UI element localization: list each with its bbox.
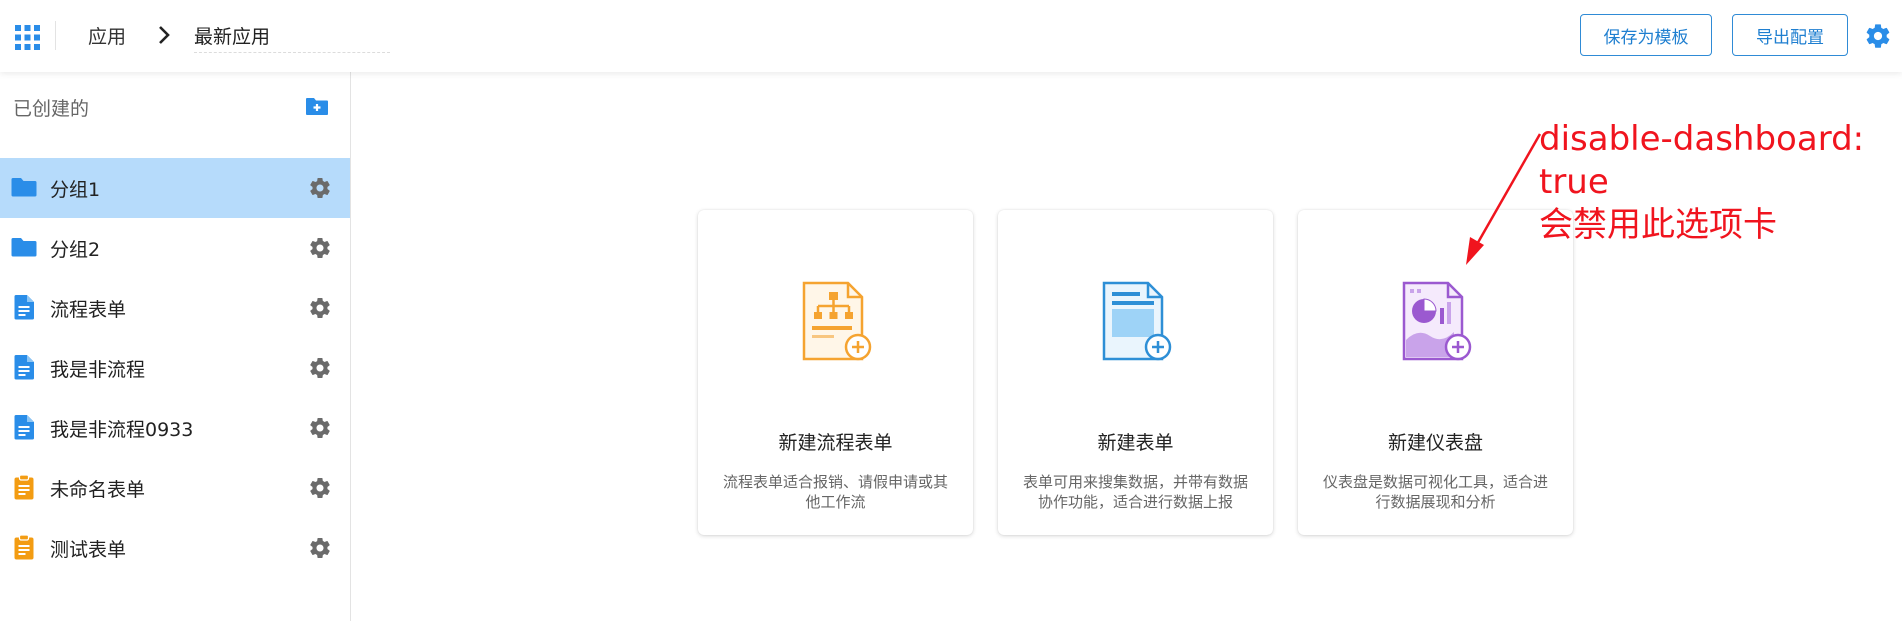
sidebar-item[interactable]: 未命名表单	[0, 458, 350, 518]
card-title: 新建流程表单	[778, 432, 893, 454]
annotation-line: 会禁用此选项卡	[1539, 205, 1777, 245]
sidebar-item-label: 未命名表单	[50, 479, 146, 501]
dashboard-doc-icon	[1402, 281, 1472, 361]
breadcrumb-root[interactable]: 应用	[88, 22, 126, 49]
sidebar-item-label: 我是非流程0933	[50, 419, 194, 441]
gear-icon[interactable]	[308, 296, 332, 320]
folder-icon	[11, 178, 37, 197]
annotation-line: true	[1539, 162, 1609, 202]
card-new-form[interactable]: 新建表单 表单可用来搜集数据，并带有数据协作功能，适合进行数据上报	[998, 210, 1273, 535]
export-config-button[interactable]: 导出配置	[1732, 14, 1848, 56]
sidebar-item[interactable]: 分组1	[0, 158, 350, 218]
gear-icon[interactable]	[308, 176, 332, 200]
gear-icon[interactable]	[308, 356, 332, 380]
apps-grid-icon[interactable]	[15, 25, 40, 50]
card-description: 仪表盘是数据可视化工具，适合进行数据展现和分析	[1322, 473, 1548, 511]
sidebar-item-label: 流程表单	[50, 299, 127, 321]
sidebar-item[interactable]: 流程表单	[0, 278, 350, 338]
top-bar: 应用 最新应用 保存为模板 导出配置	[0, 0, 1902, 72]
sidebar-item-label: 分组1	[50, 179, 101, 201]
card-title: 新建仪表盘	[1387, 432, 1483, 454]
card-new-dashboard[interactable]: 新建仪表盘 仪表盘是数据可视化工具，适合进行数据展现和分析	[1298, 210, 1573, 535]
document-icon	[14, 415, 34, 440]
sidebar-item-label: 分组2	[50, 239, 101, 261]
card-description: 表单可用来搜集数据，并带有数据协作功能，适合进行数据上报	[1022, 473, 1248, 511]
divider	[55, 21, 56, 50]
card-title: 新建表单	[1097, 432, 1174, 454]
sidebar-item[interactable]: 分组2	[0, 218, 350, 278]
app-name-field[interactable]: 最新应用	[194, 22, 390, 53]
document-icon	[14, 355, 34, 380]
gear-icon[interactable]	[1864, 22, 1892, 50]
card-description: 流程表单适合报销、请假申请或其他工作流	[722, 473, 948, 511]
chevron-right-icon	[159, 26, 170, 44]
sidebar-item[interactable]: 我是非流程	[0, 338, 350, 398]
clipboard-icon	[14, 474, 34, 500]
card-new-flow-form[interactable]: 新建流程表单 流程表单适合报销、请假申请或其他工作流	[698, 210, 973, 535]
gear-icon[interactable]	[308, 416, 332, 440]
clipboard-icon	[14, 534, 34, 560]
annotation-line: disable-dashboard:	[1539, 119, 1865, 159]
sidebar-item-label: 我是非流程	[50, 359, 146, 381]
sidebar: 已创建的 分组1 分组2 流程表单我是非流程我是非流程0933 未命名表单测试表单	[0, 72, 351, 621]
folder-icon	[11, 238, 37, 257]
gear-icon[interactable]	[308, 536, 332, 560]
annotation-text: disable-dashboard: true 会禁用此选项卡	[1539, 118, 1864, 247]
form-doc-icon	[1102, 281, 1172, 361]
gear-icon[interactable]	[308, 236, 332, 260]
flowchart-doc-icon	[802, 281, 872, 361]
sidebar-title: 已创建的	[13, 98, 90, 120]
document-icon	[14, 295, 34, 320]
gear-icon[interactable]	[308, 476, 332, 500]
add-folder-icon[interactable]	[305, 96, 329, 116]
save-as-template-button[interactable]: 保存为模板	[1580, 14, 1712, 56]
sidebar-item-label: 测试表单	[50, 539, 127, 561]
sidebar-item[interactable]: 我是非流程0933	[0, 398, 350, 458]
sidebar-item[interactable]: 测试表单	[0, 518, 350, 578]
